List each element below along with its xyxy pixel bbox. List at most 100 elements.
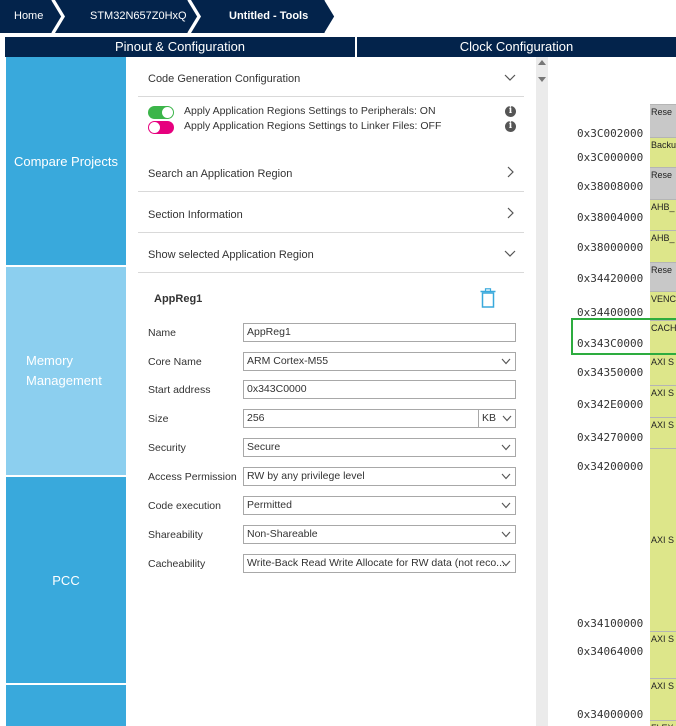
cacheability-row: Cacheability Write-Back Read Write Alloc… [148, 554, 518, 576]
field-label: Code execution [148, 500, 221, 512]
chevron-down-icon [501, 502, 511, 509]
field-label: Core Name [148, 356, 202, 368]
chevron-down-icon [501, 358, 511, 365]
code-execution-row: Code execution Permitted [148, 496, 518, 518]
select-value: KB [482, 412, 497, 424]
main-tabs: Pinout & Configuration Clock Configurati… [0, 33, 676, 57]
memory-address: 0x34350000 [577, 366, 644, 379]
memory-block[interactable]: AXI S [650, 448, 676, 631]
info-icon[interactable]: i [505, 121, 516, 132]
memory-block[interactable]: FLEX [650, 720, 676, 726]
section-information-row[interactable]: Section Information [138, 193, 524, 233]
memory-block[interactable]: Rese [650, 167, 676, 199]
sidebar-item-label: Compare Projects [13, 153, 119, 169]
show-region-row[interactable]: Show selected Application Region [138, 233, 524, 273]
toggle-row-linker: Apply Application Regions Settings to Li… [148, 119, 523, 135]
chevron-down-icon [501, 531, 511, 538]
chevron-down-icon [502, 415, 512, 422]
section-label: Show selected Application Region [148, 249, 314, 261]
memory-block[interactable]: AXI S [650, 417, 676, 448]
memory-address: 0x34100000 [577, 617, 644, 630]
field-label: Size [148, 413, 169, 425]
trash-icon[interactable] [480, 288, 496, 308]
sidebar-item-label: Memory [26, 353, 73, 368]
select-value: RW by any privilege level [247, 470, 365, 482]
app-region-title: AppReg1 [154, 293, 203, 305]
breadcrumb-home[interactable]: Home [14, 0, 43, 33]
select-value: Non-Shareable [247, 528, 318, 540]
memory-block[interactable]: Rese [650, 104, 676, 137]
select-value: Secure [247, 441, 281, 453]
shareability-select[interactable]: Non-Shareable [243, 525, 516, 544]
sidebar-item-more[interactable] [6, 685, 126, 726]
memory-address: 0x34064000 [577, 645, 644, 658]
chevron-right-icon [507, 207, 514, 219]
security-row: Security Secure [148, 438, 518, 460]
memory-block[interactable]: AHB_ [650, 230, 676, 262]
memory-block[interactable]: AXI S [650, 354, 676, 385]
toggle-row-peripherals: Apply Application Regions Settings to Pe… [148, 104, 523, 120]
size-field[interactable]: 256 [243, 409, 479, 428]
sidebar-item-memory-management[interactable]: Memory Management [6, 267, 126, 475]
section-label: Code Generation Configuration [148, 73, 301, 85]
field-label: Security [148, 442, 186, 454]
panel-splitter[interactable] [536, 57, 548, 726]
memory-map: 0x3C002000 0x3C000000 0x38008000 0x38004000… [548, 57, 676, 726]
chevron-down-icon [504, 74, 516, 81]
select-value: Write-Back Read Write Allocate for RW da… [247, 557, 505, 569]
name-field[interactable]: AppReg1 [243, 323, 516, 342]
chevron-right-icon [507, 166, 514, 178]
memory-address: 0x3C000000 [577, 151, 644, 164]
start-address-row: Start address 0x343C0000 [148, 380, 518, 402]
memory-address: 0x3C002000 [577, 127, 644, 140]
sidebar-item-label: Management [26, 373, 102, 388]
memory-address: 0x34200000 [577, 460, 644, 473]
sidebar-item-label: PCC [52, 572, 80, 588]
memory-block[interactable]: AXI S [650, 385, 676, 417]
breadcrumb: Home STM32N657Z0HxQ Untitled - Tools [0, 0, 676, 33]
memory-block[interactable]: AXI S [650, 631, 676, 678]
info-icon[interactable]: i [505, 106, 516, 117]
tab-clock-configuration[interactable]: Clock Configuration [357, 37, 676, 57]
core-name-select[interactable]: ARM Cortex-M55 [243, 352, 516, 371]
access-permission-select[interactable]: RW by any privilege level [243, 467, 516, 486]
linker-toggle[interactable] [148, 121, 174, 134]
sidebar-item-pcc[interactable]: PCC [6, 477, 126, 683]
memory-address: 0x34000000 [577, 708, 644, 721]
chevron-down-icon [501, 560, 511, 567]
chevron-down-icon [501, 473, 511, 480]
size-row: Size 256 KB [148, 409, 518, 431]
search-region-row[interactable]: Search an Application Region [138, 152, 524, 192]
memory-block[interactable]: AXI S [650, 678, 676, 720]
field-label: Shareability [148, 529, 203, 541]
cacheability-select[interactable]: Write-Back Read Write Allocate for RW da… [243, 554, 516, 573]
selected-region-highlight [571, 318, 676, 355]
field-label: Start address [148, 384, 211, 396]
field-label: Cacheability [148, 558, 206, 570]
memory-block[interactable]: Backu [650, 137, 676, 167]
start-address-field[interactable]: 0x343C0000 [243, 380, 516, 399]
field-label: Access Permission [148, 471, 237, 483]
code-execution-select[interactable]: Permitted [243, 496, 516, 515]
security-select[interactable]: Secure [243, 438, 516, 457]
core-name-row: Core Name ARM Cortex-M55 [148, 352, 518, 374]
memory-block[interactable]: VENC [650, 291, 676, 320]
memory-address: 0x38008000 [577, 180, 644, 193]
sidebar: Compare Projects Memory Management PCC [6, 57, 126, 726]
memory-management-panel: Code Generation Configuration Apply Appl… [126, 57, 529, 726]
app-window: Home STM32N657Z0HxQ Untitled - Tools Pin… [0, 0, 676, 726]
memory-block[interactable]: AHB_ [650, 199, 676, 230]
memory-block[interactable]: Rese [650, 262, 676, 291]
breadcrumb-device[interactable]: STM32N657Z0HxQ [90, 0, 187, 33]
tab-pinout-configuration[interactable]: Pinout & Configuration [5, 37, 355, 57]
collapse-arrows-icon[interactable] [536, 57, 548, 87]
section-label: Search an Application Region [148, 168, 293, 180]
select-value: Permitted [247, 499, 292, 511]
memory-address: 0x342E0000 [577, 398, 644, 411]
code-generation-section[interactable]: Code Generation Configuration [138, 57, 524, 97]
breadcrumb-tools[interactable]: Untitled - Tools [229, 0, 308, 33]
select-value: ARM Cortex-M55 [247, 355, 329, 367]
sidebar-item-compare-projects[interactable]: Compare Projects [6, 57, 126, 265]
peripherals-toggle[interactable] [148, 106, 174, 119]
size-unit-select[interactable]: KB [479, 409, 516, 428]
